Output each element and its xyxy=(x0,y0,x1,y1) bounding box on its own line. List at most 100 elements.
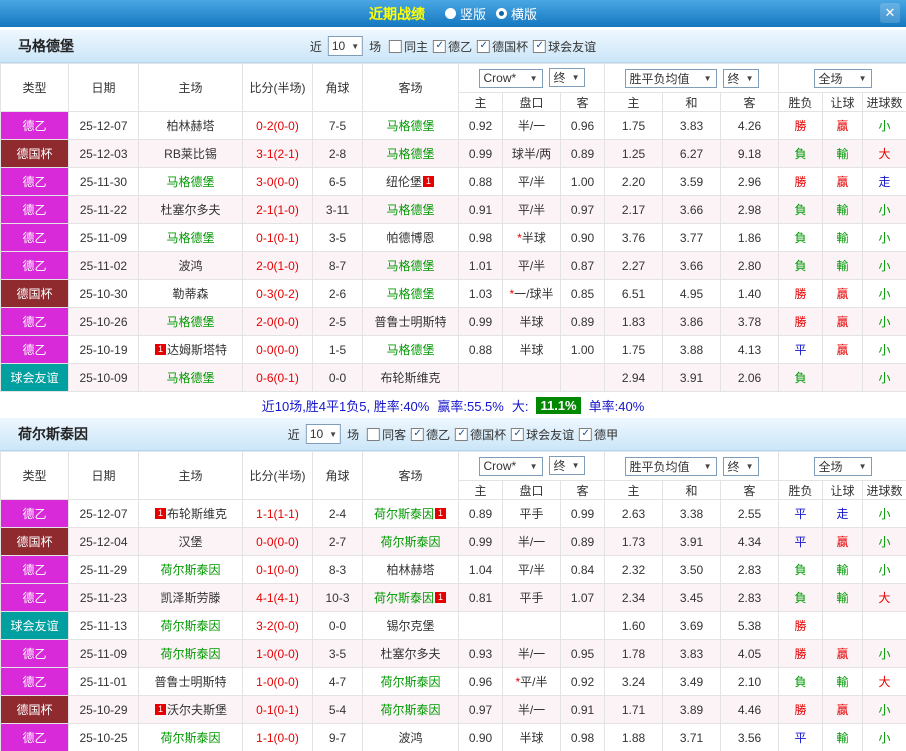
odds-home-cell: 0.96 xyxy=(458,667,503,696)
checkbox-checked-icon[interactable]: ✓ xyxy=(511,427,525,441)
layout-radio-horizontal[interactable]: 横版 xyxy=(496,4,537,23)
star-marker: * xyxy=(517,231,522,245)
match-row: 德乙 25-10-26 马格德堡 2-0(0-0) 2-5 普鲁士明斯特 0.9… xyxy=(0,307,906,336)
result-wdl-cell: 勝 xyxy=(778,307,824,336)
filter-checkbox[interactable]: ✓ 德甲 xyxy=(579,426,618,443)
result-goals-cell: 小 xyxy=(862,279,906,308)
bookmaker-select[interactable]: Crow* ▼ xyxy=(478,68,543,88)
avg-away-cell: 4.26 xyxy=(720,111,780,140)
result-wdl-cell: 負 xyxy=(778,223,824,252)
match-type-cell: 德乙 xyxy=(0,639,69,668)
team-name-text: 马格德堡 xyxy=(166,315,215,329)
checkbox-checked-icon[interactable]: ✓ xyxy=(477,39,491,53)
handicap-cell: 平手 xyxy=(502,583,561,612)
final-odds-select[interactable]: 终 ▼ xyxy=(548,456,585,476)
team-section: 马格德堡 近 10 ▼ 场 同主 ✓ 德乙 ✓ 德国杯 ✓ 球会友谊 类型 日期… xyxy=(0,30,906,418)
avg-away-cell: 3.78 xyxy=(720,307,780,336)
col-avg-home: 主 xyxy=(604,92,664,112)
result-handicap-cell: 輸 xyxy=(822,195,864,224)
handicap-cell xyxy=(502,363,561,392)
checkbox-unchecked-icon[interactable] xyxy=(367,427,381,441)
final-odds-select[interactable]: 终 ▼ xyxy=(548,68,585,88)
red-card-badge: 1 xyxy=(154,508,166,519)
filter-checkboxes: 同客 ✓ 德乙 ✓ 德国杯 ✓ 球会友谊 ✓ 德甲 xyxy=(362,426,618,443)
result-wdl-cell: 勝 xyxy=(778,167,824,196)
filter-checkbox[interactable]: ✓ 球会友谊 xyxy=(511,426,574,443)
home-team-cell: 1 达姆斯塔特 xyxy=(138,335,243,364)
filter-checkbox[interactable]: ✓ 球会友谊 xyxy=(533,38,596,55)
filter-checkbox[interactable]: ✓ 德乙 xyxy=(411,426,450,443)
team-name-text: 荷尔斯泰因 xyxy=(380,535,441,549)
filter-checkbox[interactable]: ✓ 德国杯 xyxy=(477,38,528,55)
checkbox-checked-icon[interactable]: ✓ xyxy=(579,427,593,441)
col-handicap: 盘口 xyxy=(502,480,561,500)
odds-home-cell: 0.81 xyxy=(458,583,503,612)
corners-cell: 3-5 xyxy=(312,639,363,668)
col-away: 客场 xyxy=(362,451,459,500)
col-goals: 进球数 xyxy=(862,92,906,112)
team-name: 荷尔斯泰因 xyxy=(18,426,88,442)
radio-selected-icon[interactable] xyxy=(496,8,507,19)
result-handicap-cell: 贏 xyxy=(822,335,864,364)
handicap-cell: 半球 xyxy=(502,723,561,751)
corners-cell: 5-4 xyxy=(312,695,363,724)
avg-odds-select[interactable]: 胜平负均值 ▼ xyxy=(624,456,717,476)
handicap-cell: *一/球半 xyxy=(502,279,561,308)
score-cell: 0-3(0-2) xyxy=(242,279,313,308)
avg-odds-select[interactable]: 胜平负均值 ▼ xyxy=(624,68,717,88)
avg-draw-cell: 3.71 xyxy=(662,723,722,751)
checkbox-checked-icon[interactable]: ✓ xyxy=(411,427,425,441)
checkbox-checked-icon[interactable]: ✓ xyxy=(433,39,447,53)
col-type: 类型 xyxy=(0,451,69,500)
match-count-select[interactable]: 10 ▼ xyxy=(305,424,342,444)
odds-away-cell: 1.00 xyxy=(559,167,606,196)
team-name-text: 荷尔斯泰因 xyxy=(160,731,221,745)
avg-away-cell: 2.10 xyxy=(720,667,780,696)
handicap-cell: 球半/两 xyxy=(502,139,561,168)
team-name-text: 荷尔斯泰因 xyxy=(380,703,441,717)
checkbox-checked-icon[interactable]: ✓ xyxy=(455,427,469,441)
result-handicap-cell: 贏 xyxy=(822,279,864,308)
date-cell: 25-11-09 xyxy=(68,223,139,252)
checkbox-checked-icon[interactable]: ✓ xyxy=(533,39,547,53)
score-cell: 0-1(0-1) xyxy=(242,695,313,724)
avg-final-select[interactable]: 终 ▼ xyxy=(722,68,759,88)
result-wdl-cell: 負 xyxy=(778,363,824,392)
date-cell: 25-10-29 xyxy=(68,695,139,724)
result-wdl-cell: 平 xyxy=(778,335,824,364)
filter-checkbox[interactable]: ✓ 德国杯 xyxy=(455,426,506,443)
radio-icon[interactable] xyxy=(444,8,456,19)
avg-final-select[interactable]: 终 ▼ xyxy=(722,456,759,476)
bookmaker-select[interactable]: Crow* ▼ xyxy=(478,456,543,476)
filter-checkbox[interactable]: 同主 xyxy=(389,38,428,55)
match-row: 德国杯 25-12-04 汉堡 0-0(0-0) 2-7 荷尔斯泰因 0.99 … xyxy=(0,527,906,556)
checkbox-unchecked-icon[interactable] xyxy=(389,39,403,53)
avg-away-cell: 2.96 xyxy=(720,167,780,196)
score-cell: 0-1(0-1) xyxy=(242,223,313,252)
match-row: 球会友谊 25-11-13 荷尔斯泰因 3-2(0-0) 0-0 锡尔克堡 1.… xyxy=(0,611,906,640)
team-name-text: 帕德博恩 xyxy=(386,231,435,245)
filter-checkbox[interactable]: ✓ 德乙 xyxy=(433,38,472,55)
filter-checkbox[interactable]: 同客 xyxy=(367,426,406,443)
match-row: 德乙 25-11-01 普鲁士明斯特 1-0(0-0) 4-7 荷尔斯泰因 0.… xyxy=(0,667,906,696)
col-ah: 让球 xyxy=(822,480,864,500)
odds-away-cell: 0.90 xyxy=(559,223,606,252)
summary-text: 大: xyxy=(511,398,529,414)
avg-away-cell: 4.05 xyxy=(720,639,780,668)
scope-select[interactable]: 全场 ▼ xyxy=(813,456,872,476)
close-icon[interactable]: ✕ xyxy=(880,3,900,23)
match-type-cell: 德国杯 xyxy=(0,139,69,168)
odds-away-cell: 0.98 xyxy=(559,723,606,751)
result-wdl-cell: 負 xyxy=(778,251,824,280)
odds-home-cell: 0.92 xyxy=(458,111,503,140)
scope-group-header: 全场 ▼ xyxy=(778,63,906,93)
avg-away-cell: 4.34 xyxy=(720,527,780,556)
handicap-cell: 半/一 xyxy=(502,527,561,556)
team-name-text: 锡尔克堡 xyxy=(386,619,435,633)
layout-radio-vertical[interactable]: 竖版 xyxy=(444,4,486,23)
avg-draw-cell: 3.66 xyxy=(662,251,722,280)
date-cell: 25-11-29 xyxy=(68,555,139,584)
avg-away-cell: 2.06 xyxy=(720,363,780,392)
match-count-select[interactable]: 10 ▼ xyxy=(327,36,364,56)
scope-select[interactable]: 全场 ▼ xyxy=(813,68,872,88)
